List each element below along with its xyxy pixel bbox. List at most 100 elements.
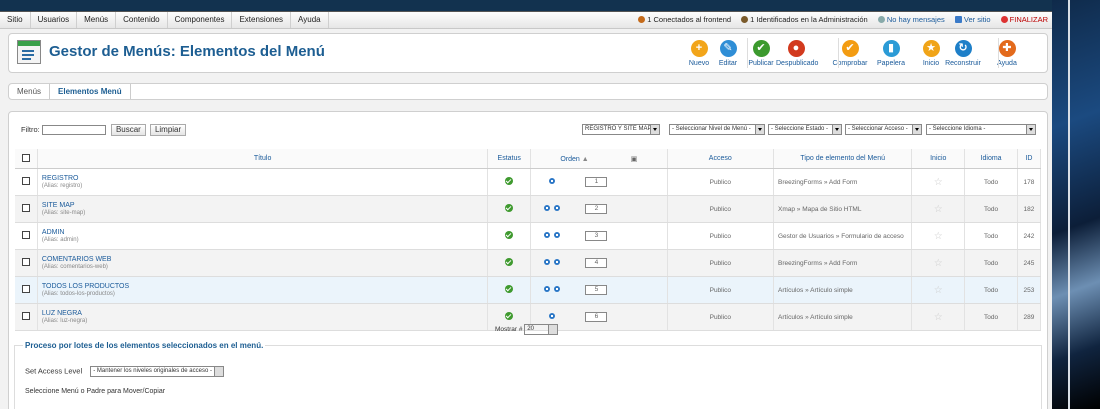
move-up-icon[interactable] bbox=[549, 313, 556, 319]
order-input[interactable]: 5 bbox=[585, 285, 608, 295]
published-check-icon[interactable] bbox=[505, 285, 514, 293]
table-row: ADMIN (Alias: admin) 3 Publico Gestor de Usu… bbox=[15, 222, 1042, 250]
title-cell: REGISTRO (Alias: registro) bbox=[37, 168, 489, 196]
level-select[interactable]: - Seleccionar Nivel de Menú - bbox=[669, 124, 765, 135]
type-cell: Xmap » Mapa de Sitio HTML bbox=[773, 195, 913, 223]
menu-componentes[interactable]: Componentes bbox=[168, 12, 233, 28]
row-checkbox[interactable] bbox=[21, 312, 30, 320]
star-icon[interactable]: ☆ bbox=[934, 285, 943, 296]
select-all-checkbox[interactable] bbox=[21, 153, 30, 162]
row-checkbox[interactable] bbox=[21, 177, 30, 185]
clear-button[interactable]: Limpiar bbox=[149, 124, 187, 136]
table-row: COMENTARIOS WEB (Alias: comentarios-web) 4… bbox=[15, 249, 1042, 277]
row-select-cell bbox=[15, 168, 38, 196]
row-checkbox[interactable] bbox=[21, 204, 30, 212]
published-check-icon[interactable] bbox=[505, 231, 514, 239]
star-icon[interactable]: ☆ bbox=[934, 231, 943, 242]
star-icon[interactable]: ☆ bbox=[934, 312, 943, 323]
menu-extensiones[interactable]: Extensiones bbox=[232, 12, 292, 28]
logout-link[interactable]: FINALIZAR bbox=[1000, 15, 1048, 24]
order-input[interactable]: 6 bbox=[585, 312, 608, 322]
status-column-header[interactable]: Estatus bbox=[487, 149, 532, 169]
row-checkbox[interactable] bbox=[21, 231, 30, 239]
batch-process-panel: Proceso por lotes de los elementos selec… bbox=[14, 341, 1042, 409]
row-checkbox[interactable] bbox=[21, 285, 30, 293]
batch-access-select[interactable]: - Mantener los niveles originales de acc… bbox=[90, 366, 225, 377]
language-select[interactable]: - Seleccione Idioma - bbox=[926, 124, 1036, 135]
star-icon[interactable]: ☆ bbox=[934, 204, 943, 215]
move-up-icon[interactable] bbox=[544, 205, 551, 211]
status-cell bbox=[487, 222, 532, 250]
order-arrows-cell bbox=[530, 276, 573, 304]
access-column-header[interactable]: Acceso bbox=[667, 149, 775, 169]
move-up-icon[interactable] bbox=[544, 259, 551, 265]
search-button[interactable]: Buscar bbox=[110, 124, 146, 136]
menu-contenido[interactable]: Contenido bbox=[116, 12, 168, 28]
move-down-icon[interactable] bbox=[554, 232, 561, 238]
move-down-icon[interactable] bbox=[554, 286, 561, 292]
ayuda-button[interactable]: ✚ Ayuda bbox=[987, 40, 1027, 67]
view-site-link[interactable]: Ver sitio bbox=[954, 15, 991, 24]
item-title-link[interactable]: TODOS LOS PRODUCTOS bbox=[42, 283, 486, 290]
item-title-link[interactable]: LUZ NEGRA bbox=[42, 310, 486, 317]
item-alias: (Alias: site-map) bbox=[41, 210, 86, 216]
row-select-cell bbox=[15, 195, 38, 223]
window-edge bbox=[1068, 0, 1070, 409]
access-select[interactable]: - Seleccionar Acceso - bbox=[845, 124, 922, 135]
menu-sitio[interactable]: Sitio bbox=[0, 12, 31, 28]
despublicado-button[interactable]: ● Despublicado bbox=[776, 40, 818, 67]
star-icon[interactable]: ☆ bbox=[934, 177, 943, 188]
menu-menus[interactable]: Menús bbox=[77, 12, 117, 28]
item-title-link[interactable]: SITE MAP bbox=[42, 202, 486, 209]
id-cell: 245 bbox=[1017, 249, 1042, 277]
move-down-icon[interactable] bbox=[549, 178, 556, 184]
limit-select[interactable]: 20 bbox=[524, 324, 559, 335]
status-cell bbox=[487, 249, 532, 277]
access-cell: Publico bbox=[667, 249, 775, 277]
move-up-icon[interactable] bbox=[544, 232, 551, 238]
published-check-icon[interactable] bbox=[505, 177, 514, 185]
move-down-icon[interactable] bbox=[554, 205, 561, 211]
published-check-icon[interactable] bbox=[505, 312, 514, 320]
item-title-link[interactable]: ADMIN bbox=[42, 229, 486, 236]
title-cell: TODOS LOS PRODUCTOS (Alias: todos-los-pro… bbox=[37, 276, 489, 304]
item-alias: (Alias: luz-negra) bbox=[41, 318, 88, 324]
item-title-link[interactable]: COMENTARIOS WEB bbox=[42, 256, 486, 263]
home-column-header[interactable]: Inicio bbox=[911, 149, 966, 169]
type-column-header[interactable]: Tipo de elemento del Menú bbox=[773, 149, 913, 169]
access-cell: Publico bbox=[667, 303, 775, 331]
comprobar-button[interactable]: ✔ Comprobar bbox=[830, 40, 870, 67]
published-check-icon[interactable] bbox=[505, 258, 514, 266]
save-order-icon[interactable]: ▣ bbox=[631, 156, 638, 163]
order-input[interactable]: 2 bbox=[585, 204, 608, 214]
order-input[interactable]: 4 bbox=[585, 258, 608, 268]
move-up-icon[interactable] bbox=[544, 286, 551, 292]
title-column-header[interactable]: Título bbox=[37, 149, 489, 169]
tab-menus[interactable]: Menús bbox=[9, 84, 51, 99]
id-column-header[interactable]: ID bbox=[1017, 149, 1042, 169]
item-title-link[interactable]: REGISTRO bbox=[42, 175, 486, 182]
tab-menu-items[interactable]: Elementos Menú bbox=[50, 84, 131, 99]
papelera-button[interactable]: ▮ Papelera bbox=[871, 40, 911, 67]
move-down-icon[interactable] bbox=[554, 259, 561, 265]
reconstruir-button[interactable]: ↻ Reconstruir bbox=[943, 40, 983, 67]
row-checkbox[interactable] bbox=[21, 258, 30, 266]
menu-usuarios[interactable]: Usuarios bbox=[31, 12, 78, 28]
language-column-header[interactable]: Idioma bbox=[964, 149, 1018, 169]
menu-ayuda[interactable]: Ayuda bbox=[291, 12, 329, 28]
frontend-users-status: 1 Conectados al frontend bbox=[638, 15, 731, 24]
state-select[interactable]: - Seleccione Estado - bbox=[768, 124, 842, 135]
order-input[interactable]: 3 bbox=[585, 231, 608, 241]
menu-select[interactable]: REGISTRO Y SITE MAP bbox=[582, 124, 660, 135]
star-icon[interactable]: ☆ bbox=[934, 258, 943, 269]
filter-input[interactable] bbox=[41, 125, 106, 135]
item-alias: (Alias: comentarios-web) bbox=[41, 264, 108, 270]
home-cell: ☆ bbox=[911, 195, 966, 223]
order-arrows-cell bbox=[530, 222, 573, 250]
order-column-header[interactable]: Orden ▲ ▣ bbox=[530, 149, 668, 169]
published-check-icon[interactable] bbox=[505, 204, 514, 212]
messages-link[interactable]: No hay mensajes bbox=[877, 15, 945, 24]
order-input-cell: 6 bbox=[572, 303, 620, 331]
order-input[interactable]: 1 bbox=[585, 177, 608, 187]
type-cell: Gestor de Usuarios » Formulario de acces… bbox=[773, 222, 913, 250]
